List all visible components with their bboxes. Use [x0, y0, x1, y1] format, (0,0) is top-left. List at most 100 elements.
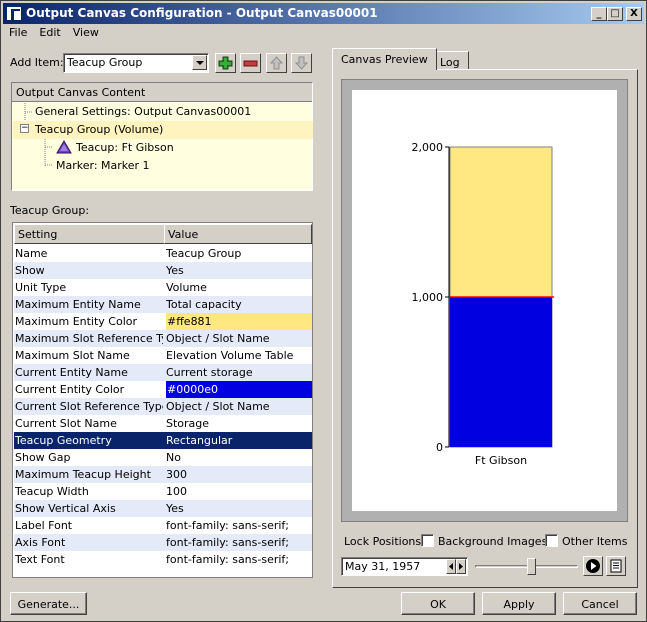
- setting-value[interactable]: font-family: sans-serif;: [166, 534, 312, 551]
- setting-name: Teacup Geometry: [15, 434, 112, 447]
- setting-value[interactable]: Object / Slot Name: [166, 330, 312, 347]
- tree-item-teacup[interactable]: Teacup: Ft Gibson: [13, 139, 313, 157]
- category-label: Ft Gibson: [475, 454, 527, 467]
- maximize-button[interactable]: □: [607, 7, 623, 21]
- y-tick-label: 1,000: [412, 291, 444, 304]
- column-header-value[interactable]: Value: [164, 224, 312, 244]
- setting-value[interactable]: Current storage: [166, 364, 312, 381]
- teacup-group-label: Teacup Group:: [10, 204, 90, 217]
- remove-button[interactable]: [240, 53, 261, 73]
- minimize-button[interactable]: _: [591, 7, 607, 21]
- add-button[interactable]: [215, 53, 236, 73]
- date-slider-thumb[interactable]: [526, 558, 536, 575]
- setting-name: Text Font: [15, 553, 65, 566]
- table-row[interactable]: Show Yes: [14, 262, 312, 279]
- add-item-select[interactable]: Teacup Group: [63, 53, 209, 73]
- table-row[interactable]: Show Vertical Axis Yes: [14, 500, 312, 517]
- setting-value[interactable]: Object / Slot Name: [166, 398, 312, 415]
- setting-value[interactable]: Volume: [166, 279, 312, 296]
- title-bar: Output Canvas Configuration - Output Can…: [3, 3, 644, 24]
- teacup-chart: 2,000 1,000 0 Ft Gibson: [412, 141, 554, 467]
- date-spinner[interactable]: May 31, 1957: [341, 557, 468, 576]
- setting-name: Show Vertical Axis: [15, 502, 116, 515]
- menu-file[interactable]: File: [3, 24, 33, 39]
- setting-name: Maximum Slot Reference Type: [15, 332, 163, 345]
- date-next-button[interactable]: [456, 559, 466, 574]
- settings-table: Setting Value Name Teacup Group Show Yes Uni…: [12, 222, 313, 578]
- tree-item-label: Teacup Group (Volume): [35, 123, 164, 136]
- setting-value[interactable]: Teacup Group: [166, 245, 312, 262]
- table-row[interactable]: Name Teacup Group: [14, 245, 312, 262]
- table-row[interactable]: Unit Type Volume: [14, 279, 312, 296]
- table-row[interactable]: Teacup Width 100: [14, 483, 312, 500]
- y-tick-label: 0: [436, 441, 443, 454]
- add-item-label: Add Item:: [10, 56, 64, 69]
- background-images-checkbox[interactable]: [421, 534, 434, 547]
- table-row[interactable]: Maximum Entity Name Total capacity: [14, 296, 312, 313]
- table-row[interactable]: Teacup Geometry Rectangular: [14, 432, 312, 449]
- cancel-button[interactable]: Cancel: [563, 592, 637, 615]
- ok-button[interactable]: OK: [401, 592, 475, 615]
- setting-name: Unit Type: [15, 281, 67, 294]
- play-button[interactable]: [583, 556, 603, 576]
- background-images-label: Background Images: [438, 535, 548, 548]
- teacup-icon: [56, 140, 72, 154]
- tree-item-general-settings[interactable]: General Settings: Output Canvas00001: [13, 103, 313, 121]
- current-storage-bar: [450, 297, 552, 447]
- setting-value[interactable]: #ffe881: [166, 313, 312, 330]
- close-button[interactable]: X: [626, 7, 642, 21]
- setting-name: Current Entity Color: [15, 383, 125, 396]
- column-header-setting[interactable]: Setting: [14, 224, 165, 244]
- setting-value[interactable]: Storage: [166, 415, 312, 432]
- generate-button[interactable]: Generate...: [10, 592, 87, 615]
- dialog-window: Output Canvas Configuration - Output Can…: [0, 0, 647, 622]
- move-up-button[interactable]: [266, 53, 287, 73]
- menu-edit[interactable]: Edit: [33, 24, 66, 39]
- table-row[interactable]: Show Gap No: [14, 449, 312, 466]
- setting-value[interactable]: font-family: sans-serif;: [166, 551, 312, 568]
- table-row[interactable]: Maximum Teacup Height 300: [14, 466, 312, 483]
- setting-name: Maximum Entity Color: [15, 315, 138, 328]
- table-row[interactable]: Axis Font font-family: sans-serif;: [14, 534, 312, 551]
- setting-name: Show: [15, 264, 45, 277]
- setting-value[interactable]: Elevation Volume Table: [166, 347, 312, 364]
- date-prev-button[interactable]: [446, 559, 456, 574]
- tree-item-marker[interactable]: Marker: Marker 1: [13, 157, 313, 175]
- arrow-up-icon: [269, 56, 284, 70]
- menu-view[interactable]: View: [67, 24, 105, 39]
- table-row[interactable]: Current Entity Name Current storage: [14, 364, 312, 381]
- move-down-button[interactable]: [291, 53, 312, 73]
- tab-canvas-preview[interactable]: Canvas Preview: [332, 48, 437, 70]
- other-items-checkbox[interactable]: [545, 534, 558, 547]
- setting-value[interactable]: #0000e0: [166, 381, 312, 398]
- table-row[interactable]: Text Font font-family: sans-serif;: [14, 551, 312, 568]
- setting-value[interactable]: Total capacity: [166, 296, 312, 313]
- setting-name: Teacup Width: [15, 485, 89, 498]
- chevron-down-icon[interactable]: [192, 55, 207, 70]
- settings-button[interactable]: [606, 556, 626, 576]
- setting-value[interactable]: 300: [166, 466, 312, 483]
- setting-value[interactable]: Yes: [166, 500, 312, 517]
- table-row[interactable]: Current Slot Name Storage: [14, 415, 312, 432]
- table-row[interactable]: Label Font font-family: sans-serif;: [14, 517, 312, 534]
- table-row[interactable]: Maximum Entity Color #ffe881: [14, 313, 312, 330]
- setting-name: Label Font: [15, 519, 73, 532]
- setting-name: Current Slot Name: [15, 417, 117, 430]
- date-value: May 31, 1957: [345, 560, 421, 573]
- setting-value[interactable]: Yes: [166, 262, 312, 279]
- table-row[interactable]: Maximum Slot Reference TypeObject / Slot…: [14, 330, 312, 347]
- y-tick-label: 2,000: [412, 141, 444, 154]
- setting-value[interactable]: font-family: sans-serif;: [166, 517, 312, 534]
- table-row[interactable]: Current Entity Color #0000e0: [14, 381, 312, 398]
- tree-item-teacup-group[interactable]: − Teacup Group (Volume): [13, 121, 313, 139]
- setting-value[interactable]: Rectangular: [166, 432, 312, 449]
- setting-name: Maximum Slot Name: [15, 349, 130, 362]
- setting-value[interactable]: No: [166, 449, 312, 466]
- other-items-label: Other Items: [562, 535, 628, 548]
- table-row[interactable]: Current Slot Reference Type Object / Slot…: [14, 398, 312, 415]
- setting-value[interactable]: 100: [166, 483, 312, 500]
- collapse-toggle[interactable]: −: [20, 124, 29, 133]
- table-row[interactable]: Maximum Slot Name Elevation Volume Table: [14, 347, 312, 364]
- apply-button[interactable]: Apply: [482, 592, 556, 615]
- setting-name: Current Slot Reference Type: [15, 400, 163, 413]
